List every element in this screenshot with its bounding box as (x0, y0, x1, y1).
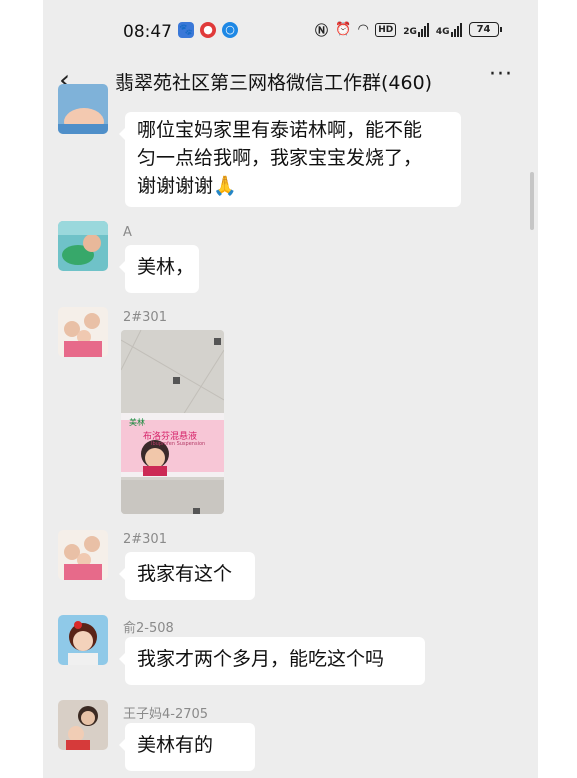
sender-name: A (123, 225, 132, 240)
status-time: 08:47 (123, 22, 172, 42)
alarm-icon: ⏰ (335, 22, 352, 37)
photo-brand: 美林 (129, 418, 145, 427)
status-bar: 08:47 🐾 ● ○ Ⓝ ⏰ ◠ HD 2G 4G 74 (43, 0, 538, 62)
signal-2-label: 4G (435, 26, 450, 37)
medicine-photo[interactable]: 美林 布洛芬混悬液 Ibuprofen Suspension (121, 330, 224, 514)
battery-icon: 74 (468, 22, 502, 37)
avatar[interactable] (58, 221, 108, 271)
more-icon[interactable]: ··· (489, 62, 513, 87)
wifi-icon: ◠ (358, 22, 369, 37)
message-bubble[interactable]: 哪位宝妈家里有泰诺林啊，能不能 匀一点给我啊，我家宝宝发烧了， 谢谢谢谢🙏 (119, 112, 461, 207)
chat-screen: 08:47 🐾 ● ○ Ⓝ ⏰ ◠ HD 2G 4G 74 ‹ 翡翠苑社区第三网… (43, 0, 538, 778)
message-bubble[interactable]: 美林， (119, 245, 199, 293)
avatar[interactable] (58, 307, 108, 357)
avatar[interactable] (58, 84, 108, 134)
baidu-icon: 🐾 (178, 22, 194, 38)
message-line: 谢谢谢谢🙏 (137, 175, 237, 197)
sender-name: 俞2-508 (123, 621, 174, 636)
avatar[interactable] (58, 700, 108, 750)
signal-1-label: 2G (403, 26, 417, 37)
message-line: 匀一点给我啊，我家宝宝发烧了， (137, 147, 423, 169)
message-bubble[interactable]: 我家才两个多月，能吃这个吗 (119, 637, 425, 685)
message-line: 美林有的 (137, 734, 214, 756)
system-icons: Ⓝ ⏰ ◠ HD 2G 4G 74 (315, 20, 502, 39)
message-line: 哪位宝妈家里有泰诺林啊，能不能 (137, 119, 423, 141)
message-bubble[interactable]: 我家有这个 (119, 552, 255, 600)
notification-icons: 🐾 ● ○ (178, 22, 238, 38)
avatar[interactable] (58, 615, 108, 665)
scrollbar[interactable] (530, 172, 534, 230)
signal-1-icon: 2G (403, 22, 429, 37)
message-line: 美林， (137, 256, 195, 278)
photo-product-en: Ibuprofen Suspension (151, 441, 206, 447)
signal-2-icon: 4G (435, 22, 462, 37)
qq-browser-icon: ○ (222, 22, 238, 38)
hd-icon: HD (375, 22, 397, 37)
sender-name: 2#301 (123, 310, 167, 325)
weibo-icon: ● (200, 22, 216, 38)
sender-name: 王子妈4-2705 (123, 707, 209, 722)
sender-name: 2#301 (123, 532, 167, 547)
chat-header: ‹ 翡翠苑社区第三网格微信工作群(460) ··· (43, 62, 538, 106)
chat-title: 翡翠苑社区第三网格微信工作群(460) (115, 72, 433, 94)
message-bubble[interactable]: 美林有的 (119, 723, 255, 771)
message-line: 我家有这个 (137, 563, 233, 585)
message-line: 我家才两个多月，能吃这个吗 (137, 648, 385, 670)
avatar[interactable] (58, 530, 108, 580)
nfc-icon: Ⓝ (315, 24, 329, 39)
